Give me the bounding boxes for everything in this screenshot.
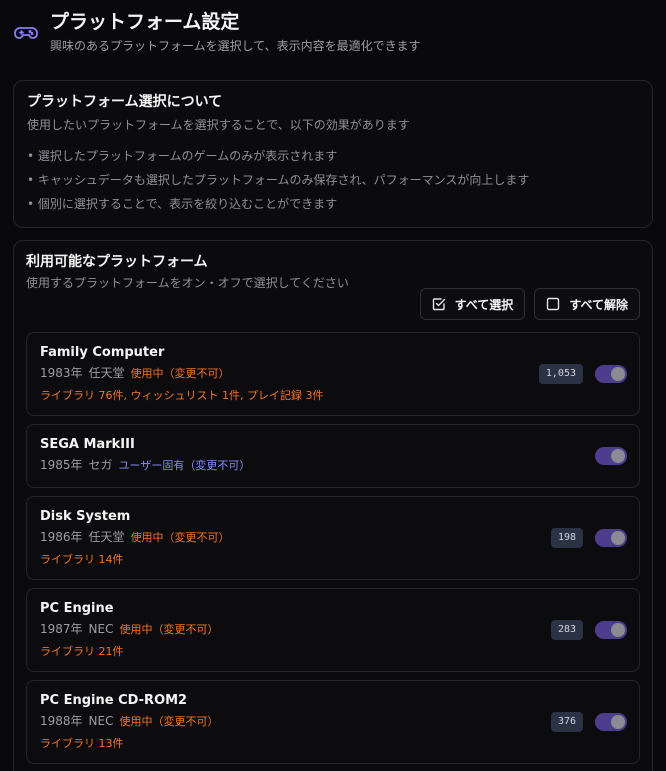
platform-year: 1985年 (40, 458, 83, 472)
page-header: プラットフォーム設定 興味のあるプラットフォームを選択して、表示内容を最適化でき… (13, 0, 653, 80)
platform-item-pc-engine-cd-rom2: PC Engine CD-ROM2 1988年 NEC 使用中（変更不可） ライ… (26, 680, 640, 764)
toggle-knob (611, 367, 625, 381)
platform-item-disk-system: Disk System 1986年 任天堂 使用中（変更不可） ライブラリ 14… (26, 496, 640, 580)
gamepad-icon (14, 27, 38, 39)
deselect-all-label: すべて解除 (569, 297, 628, 312)
platform-maker: 任天堂 (88, 530, 125, 544)
game-count-badge: 1,053 (538, 364, 583, 384)
platform-toggle[interactable] (595, 365, 627, 383)
platform-year: 1986年 (40, 530, 83, 544)
status-tag: 使用中（変更不可） (119, 623, 219, 636)
check-square-icon (432, 298, 445, 311)
about-bullet: 個別に選択することで、表示を絞り込むことができます (27, 192, 639, 216)
platform-settings-page: プラットフォーム設定 興味のあるプラットフォームを選択して、表示内容を最適化でき… (0, 0, 666, 771)
platform-list: Family Computer 1983年 任天堂 使用中（変更不可） ライブラ… (26, 332, 640, 764)
platform-toggle[interactable] (595, 447, 627, 465)
game-count-badge: 283 (550, 620, 583, 640)
platform-controls: 198 (550, 528, 627, 548)
square-icon (547, 297, 560, 311)
about-bullet: 選択したプラットフォームのゲームのみが表示されます (27, 144, 639, 168)
toggle-knob (611, 449, 625, 463)
game-count-badge: 376 (550, 712, 583, 732)
platform-name: PC Engine (40, 601, 114, 616)
platform-maker: セガ (88, 458, 113, 472)
platform-stats: ライブラリ 14件 (40, 553, 124, 566)
page-subtitle: 興味のあるプラットフォームを選択して、表示内容を最適化できます (50, 39, 421, 53)
platform-meta: 1985年 セガ ユーザー固有（変更不可） (40, 455, 626, 476)
platform-year: 1983年 (40, 366, 83, 380)
platform-meta: 1986年 任天堂 使用中（変更不可） (40, 527, 626, 548)
platform-name: Family Computer (40, 345, 165, 360)
platform-item-family-computer: Family Computer 1983年 任天堂 使用中（変更不可） ライブラ… (26, 332, 640, 416)
platform-item-sega-markiii: SEGA MarkIII 1985年 セガ ユーザー固有（変更不可） (26, 424, 640, 488)
about-card: プラットフォーム選択について 使用したいプラットフォームを選択することで、以下の… (13, 80, 653, 228)
about-description: 使用したいプラットフォームを選択することで、以下の効果があります (27, 118, 410, 132)
platform-controls (595, 447, 627, 465)
toggle-knob (611, 531, 625, 545)
status-tag: 使用中（変更不可） (119, 715, 219, 728)
toggle-knob (611, 623, 625, 637)
select-all-label: すべて選択 (454, 297, 514, 312)
page-title: プラットフォーム設定 (50, 11, 240, 33)
platform-stats: ライブラリ 21件 (40, 645, 124, 658)
platform-toggle[interactable] (595, 529, 627, 547)
status-tag: ユーザー固有（変更不可） (118, 459, 251, 472)
platform-name: Disk System (40, 509, 131, 524)
about-bullet: キャッシュデータも選択したプラットフォームのみ保存され、パフォーマンスが向上しま… (27, 168, 639, 192)
platform-meta: 1988年 NEC 使用中（変更不可） (40, 711, 626, 732)
platform-name: PC Engine CD-ROM2 (40, 693, 188, 708)
platform-toggle[interactable] (595, 621, 627, 639)
platform-year: 1987年 (40, 622, 83, 636)
platform-toggle[interactable] (595, 713, 627, 731)
platform-meta: 1987年 NEC 使用中（変更不可） (40, 619, 626, 640)
platform-stats: ライブラリ 76件, ウィッシュリスト 1件, プレイ記録 3件 (40, 389, 324, 402)
bulk-actions: すべて選択 すべて解除 (26, 288, 640, 320)
status-tag: 使用中（変更不可） (130, 367, 230, 380)
toggle-knob (611, 715, 625, 729)
platform-maker: NEC (88, 714, 114, 728)
platform-item-pc-engine: PC Engine 1987年 NEC 使用中（変更不可） ライブラリ 21件 … (26, 588, 640, 672)
deselect-all-button[interactable]: すべて解除 (534, 288, 640, 320)
about-title: プラットフォーム選択について (27, 94, 223, 110)
select-all-button[interactable]: すべて選択 (419, 288, 526, 320)
game-count-badge: 198 (550, 528, 583, 548)
platform-list-card: 利用可能なプラットフォーム 使用するプラットフォームをオン・オフで選択してくださ… (13, 240, 653, 771)
platform-list-title: 利用可能なプラットフォーム (26, 254, 208, 270)
platform-name: SEGA MarkIII (40, 437, 135, 452)
platform-stats: ライブラリ 13件 (40, 737, 124, 750)
platform-maker: NEC (88, 622, 114, 636)
platform-controls: 376 (550, 712, 627, 732)
status-tag: 使用中（変更不可） (130, 531, 230, 544)
platform-year: 1988年 (40, 714, 83, 728)
platform-maker: 任天堂 (88, 366, 125, 380)
about-bullets: 選択したプラットフォームのゲームのみが表示されます キャッシュデータも選択したプ… (27, 144, 639, 216)
platform-controls: 1,053 (538, 364, 627, 384)
platform-controls: 283 (550, 620, 627, 640)
